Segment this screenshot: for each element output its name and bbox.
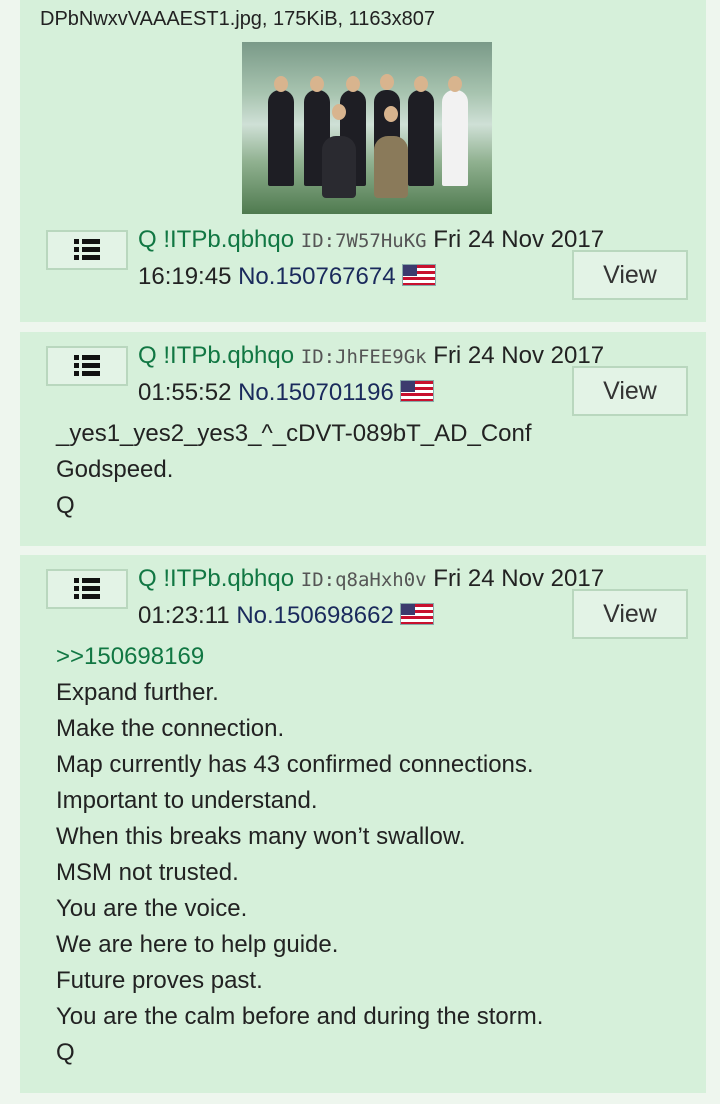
message-line: You are the voice. [56, 895, 248, 922]
view-button[interactable]: View [572, 250, 688, 300]
post-date: Fri 24 Nov 2017 [433, 565, 605, 592]
message-line: Make the connection. [56, 715, 285, 742]
post-menu-button[interactable] [46, 230, 128, 270]
post-message: >>150698169 Expand further. Make the con… [56, 639, 543, 1071]
post-menu-button[interactable] [46, 569, 128, 609]
message-line: Q [56, 1039, 75, 1066]
post-image-thumbnail[interactable] [242, 42, 492, 214]
poster-id[interactable]: ID:q8aHxh0v [301, 569, 427, 591]
post-time: 01:55:52 [138, 379, 232, 406]
post-menu-button[interactable] [46, 346, 128, 386]
post: Q !ITPb.qbhqo ID:JhFEE9Gk Fri 24 Nov 201… [20, 332, 706, 546]
quote-link[interactable]: >>150698169 [56, 639, 543, 675]
poster-name: Q !ITPb.qbhqo [138, 226, 295, 253]
poster-name: Q !ITPb.qbhqo [138, 565, 295, 592]
post-number[interactable]: No.150767674 [238, 263, 395, 290]
view-button[interactable]: View [572, 366, 688, 416]
file-info[interactable]: DPbNwxvVAAAEST1.jpg, 175KiB, 1163x807 [40, 8, 435, 31]
post-date: Fri 24 Nov 2017 [433, 342, 605, 369]
list-menu-icon [74, 578, 100, 600]
view-button[interactable]: View [572, 589, 688, 639]
message-line: Godspeed. [56, 456, 174, 483]
poster-name: Q !ITPb.qbhqo [138, 342, 295, 369]
us-flag-icon [402, 264, 437, 286]
message-line: We are here to help guide. [56, 931, 339, 958]
message-line: Map currently has 43 confirmed connectio… [56, 751, 534, 778]
list-menu-icon [74, 239, 100, 261]
us-flag-icon [400, 380, 435, 402]
post-number[interactable]: No.150698662 [236, 602, 393, 629]
post: Q !ITPb.qbhqo ID:q8aHxh0v Fri 24 Nov 201… [20, 555, 706, 1093]
post-number[interactable]: No.150701196 [238, 379, 394, 406]
post-message: _yes1_yes2_yes3_^_cDVT-089bT_AD_Conf God… [56, 416, 532, 524]
poster-id[interactable]: ID:JhFEE9Gk [301, 346, 427, 368]
post-date: Fri 24 Nov 2017 [433, 226, 605, 253]
post-time: 16:19:45 [138, 263, 232, 290]
message-line: When this breaks many won’t swallow. [56, 823, 466, 850]
post-time: 01:23:11 [138, 602, 230, 629]
message-line: _yes1_yes2_yes3_^_cDVT-089bT_AD_Conf [56, 420, 532, 447]
list-menu-icon [74, 355, 100, 377]
message-line: Important to understand. [56, 787, 318, 814]
message-line: Future proves past. [56, 967, 263, 994]
message-line: You are the calm before and during the s… [56, 1003, 544, 1030]
message-line: MSM not trusted. [56, 859, 239, 886]
us-flag-icon [400, 603, 435, 625]
post: DPbNwxvVAAAEST1.jpg, 175KiB, 1163x807 Q … [20, 0, 706, 322]
message-line: Q [56, 492, 75, 519]
message-line: Expand further. [56, 679, 219, 706]
poster-id[interactable]: ID:7W57HuKG [301, 230, 427, 252]
